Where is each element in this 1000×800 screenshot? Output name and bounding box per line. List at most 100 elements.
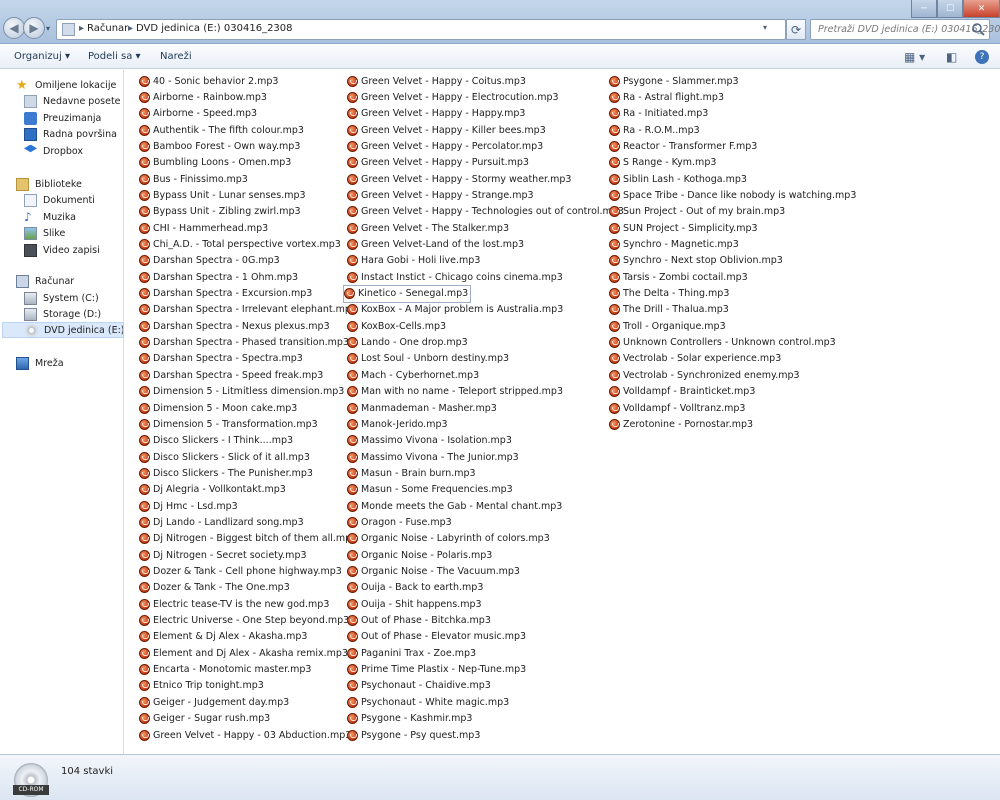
file-item[interactable]: Dimension 5 - Transformation.mp3 [139,416,318,432]
file-item[interactable]: Bamboo Forest - Own way.mp3 [139,138,300,154]
file-item[interactable]: Green Velvet - Happy - Technologies out … [347,204,624,220]
file-item[interactable]: Element & Dj Alex - Akasha.mp3 [139,629,307,645]
file-item[interactable]: Monde meets the Gab - Mental chant.mp3 [347,498,562,514]
breadcrumb-computer[interactable]: Računar [87,23,128,34]
file-item[interactable]: Disco Slickers - Slick of it all.mp3 [139,449,310,465]
file-item[interactable]: Prime Time Plastix - Nep-Tune.mp3 [347,662,526,678]
file-item[interactable]: Troll - Organique.mp3 [609,318,726,334]
file-item[interactable]: Siblin Lash - Kothoga.mp3 [609,171,747,187]
sidebar-item-storage-d[interactable]: Storage (D:) [24,306,101,322]
file-item[interactable]: The Drill - Thalua.mp3 [609,302,729,318]
file-item[interactable]: Volldampf - Volltranz.mp3 [609,400,745,416]
file-item[interactable]: Out of Phase - Elevator music.mp3 [347,629,526,645]
file-item[interactable]: KoxBox - A Major problem is Australia.mp… [347,302,563,318]
file-item[interactable]: Dj Nitrogen - Secret society.mp3 [139,547,307,563]
file-item[interactable]: Green Velvet - Happy - Stormy weather.mp… [347,171,571,187]
forward-button[interactable]: ▶ [23,17,45,39]
file-item[interactable]: Psychonaut - Chaidive.mp3 [347,678,491,694]
file-item[interactable]: The Delta - Thing.mp3 [609,286,729,302]
file-item[interactable]: Ra - R.O.M..mp3 [609,122,700,138]
file-item[interactable]: KoxBox-Cells.mp3 [347,318,446,334]
sidebar-item-system-c[interactable]: System (C:) [24,290,99,306]
file-item[interactable]: Chi_A.D. - Total perspective vortex.mp3 [139,237,341,253]
burn-button[interactable]: Nareži [160,51,192,62]
file-item[interactable]: Airborne - Speed.mp3 [139,106,257,122]
sidebar-group-favorites[interactable]: ★ Omiljene lokacije [16,77,116,93]
file-item[interactable]: Out of Phase - Bitchka.mp3 [347,613,491,629]
file-item[interactable]: Disco Slickers - The Punisher.mp3 [139,465,313,481]
file-item[interactable]: Encarta - Monotomic master.mp3 [139,662,311,678]
file-item[interactable]: CHI - Hammerhead.mp3 [139,220,268,236]
file-item[interactable]: Dimension 5 - Litmitless dimension.mp3 [139,384,344,400]
close-button[interactable]: ✕ [963,0,1000,18]
file-item[interactable]: Tarsis - Zombi coctail.mp3 [609,269,748,285]
preview-pane-icon[interactable]: ◧ [946,49,957,65]
file-list[interactable]: 40 - Sonic behavior 2.mp3 Airborne - Rain… [125,70,1000,754]
file-item[interactable]: Dj Nitrogen - Biggest bitch of them all.… [139,531,357,547]
file-item[interactable]: Massimo Vivona - Isolation.mp3 [347,433,512,449]
file-item[interactable]: Lost Soul - Unborn destiny.mp3 [347,351,509,367]
file-item[interactable]: Green Velvet - Happy - Happy.mp3 [347,106,525,122]
file-item[interactable]: Darshan Spectra - 1 Ohm.mp3 [139,269,298,285]
file-item[interactable]: Psychonaut - White magic.mp3 [347,694,509,710]
file-item[interactable]: Zerotonine - Pornostar.mp3 [609,416,753,432]
file-item[interactable]: Mach - Cyberhornet.mp3 [347,367,479,383]
file-item[interactable]: Green Velvet - Happy - Strange.mp3 [347,187,534,203]
file-item[interactable]: Green Velvet - Happy - Coitus.mp3 [347,73,526,89]
sidebar-group-libraries[interactable]: Biblioteke [16,176,82,192]
file-item[interactable]: Green Velvet - Happy - Percolator.mp3 [347,138,543,154]
file-item[interactable]: Organic Noise - Polaris.mp3 [347,547,492,563]
sidebar-item-downloads[interactable]: Preuzimanja [24,110,101,126]
file-item[interactable]: Man with no name - Teleport stripped.mp3 [347,384,563,400]
file-item[interactable]: Ra - Astral flight.mp3 [609,89,724,105]
refresh-button[interactable]: ⟳ [786,19,806,40]
sidebar-item-desktop[interactable]: Radna površina [24,126,117,142]
chevron-down-icon[interactable]: ▾ [763,23,767,32]
file-item[interactable]: Darshan Spectra - Irrelevant elephant.mp… [139,302,357,318]
file-item[interactable]: S Range - Kym.mp3 [609,155,716,171]
file-item[interactable]: Element and Dj Alex - Akasha remix.mp3 [139,645,348,661]
file-item[interactable]: Dj Hmc - Lsd.mp3 [139,498,238,514]
file-item[interactable]: Bypass Unit - Zibling zwirl.mp3 [139,204,301,220]
sidebar-item-dropbox[interactable]: Dropbox [24,143,83,159]
file-item[interactable]: Geiger - Sugar rush.mp3 [139,711,270,727]
history-dropdown-icon[interactable]: ▾ [46,24,54,33]
file-item[interactable]: Dimension 5 - Moon cake.mp3 [139,400,297,416]
file-item[interactable]: Ra - Initiated.mp3 [609,106,708,122]
file-item[interactable]: Darshan Spectra - Nexus plexus.mp3 [139,318,330,334]
back-button[interactable]: ◀ [3,17,25,39]
help-icon[interactable]: ? [975,50,989,64]
maximize-button[interactable]: ☐ [937,0,963,18]
file-item[interactable]: Electric tease-TV is the new god.mp3 [139,596,329,612]
sidebar-group-computer[interactable]: Računar [16,273,74,289]
file-item[interactable]: Darshan Spectra - Excursion.mp3 [139,286,312,302]
file-item[interactable]: Massimo Vivona - The Junior.mp3 [347,449,519,465]
breadcrumb-dvd-drive[interactable]: DVD jedinica (E:) 030416_2308 [136,23,293,34]
file-item[interactable]: Organic Noise - Labyrinth of colors.mp3 [347,531,550,547]
file-item[interactable]: Kinetico - Senegal.mp3 [342,284,472,303]
file-item[interactable]: Geiger - Judgement day.mp3 [139,694,289,710]
sidebar-item-documents[interactable]: Dokumenti [24,192,95,208]
sidebar-item-dvd-drive[interactable]: DVD jedinica (E:) 030416_2308 [2,322,124,338]
file-item[interactable]: Instact Instict - Chicago coins cinema.m… [347,269,563,285]
sidebar-item-music[interactable]: ♪ Muzika [24,209,76,225]
file-item[interactable]: Darshan Spectra - 0G.mp3 [139,253,280,269]
file-item[interactable]: Vectrolab - Solar experience.mp3 [609,351,781,367]
file-item[interactable]: Bus - Finissimo.mp3 [139,171,248,187]
file-item[interactable]: Unknown Controllers - Unknown control.mp… [609,335,836,351]
file-item[interactable]: Airborne - Rainbow.mp3 [139,89,267,105]
minimize-button[interactable]: ─ [911,0,937,18]
file-item[interactable]: Masun - Brain burn.mp3 [347,465,476,481]
file-item[interactable]: Manmademan - Masher.mp3 [347,400,497,416]
file-item[interactable]: Space Tribe - Dance like nobody is watch… [609,187,856,203]
file-item[interactable]: Dozer & Tank - The One.mp3 [139,580,290,596]
file-item[interactable]: Green Velvet - Happy - Killer bees.mp3 [347,122,546,138]
file-item[interactable]: Authentik - The fifth colour.mp3 [139,122,304,138]
file-item[interactable]: Electric Universe - One Step beyond.mp3 [139,613,349,629]
search-input[interactable]: Pretraži DVD jedinica (E:) 030416_2308 [810,19,1000,40]
file-item[interactable]: Green Velvet-Land of the lost.mp3 [347,237,524,253]
file-item[interactable]: Bumbling Loons - Omen.mp3 [139,155,291,171]
file-item[interactable]: Green Velvet - Happy - 03 Abduction.mp3 [139,727,351,743]
file-item[interactable]: Green Velvet - The Stalker.mp3 [347,220,509,236]
file-item[interactable]: Green Velvet - Happy - Electrocution.mp3 [347,89,559,105]
